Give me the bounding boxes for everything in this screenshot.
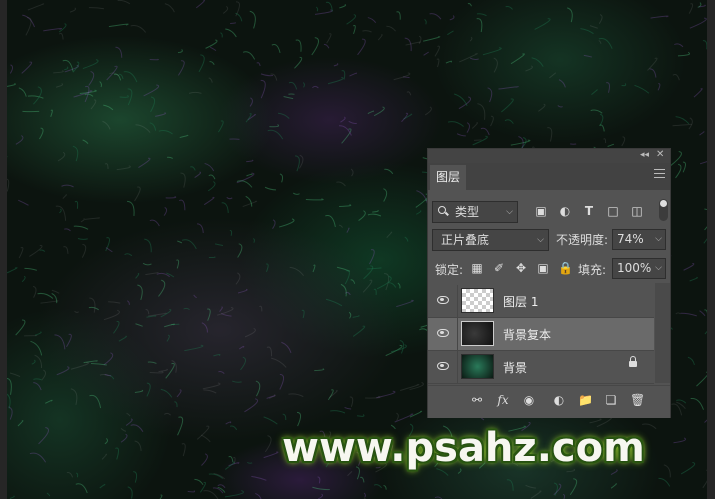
delete-icon[interactable]: 🗑 (630, 393, 645, 407)
new-group-icon[interactable]: 📁 (578, 393, 593, 407)
layer-row[interactable]: 背景 (428, 351, 654, 384)
opacity-value: 74% (617, 232, 644, 246)
smart-object-filter-icon[interactable]: ◫ (630, 204, 644, 218)
lock-position-icon[interactable]: ✥ (514, 261, 528, 275)
eye-icon[interactable] (437, 329, 449, 337)
eye-icon[interactable] (437, 362, 449, 370)
image-filter-icon[interactable]: ▣ (534, 204, 548, 218)
fill-field[interactable]: 100% ⌵ (612, 258, 666, 279)
filter-toggle[interactable] (659, 199, 668, 221)
opacity-field[interactable]: 74% ⌵ (612, 229, 666, 250)
lock-icon (629, 356, 637, 367)
canvas-edge-right (707, 0, 715, 499)
layer-row[interactable]: 图层 1 (428, 285, 654, 318)
fx-icon[interactable]: fx (496, 393, 510, 407)
eye-icon[interactable] (437, 296, 449, 304)
add-mask-icon[interactable]: ◉ (522, 393, 536, 407)
filter-kind-select[interactable]: 类型 ⌵ (432, 201, 518, 223)
row-divider (457, 351, 458, 383)
search-icon (438, 206, 446, 214)
layer-row[interactable]: 背景复本 (428, 318, 654, 351)
new-layer-icon[interactable]: ❏ (604, 393, 618, 407)
watermark-text: www.psahz.com (282, 425, 645, 471)
opacity-label: 不透明度: (556, 233, 609, 247)
lock-all-icon[interactable]: 🔒 (558, 261, 573, 275)
layer-list: 图层 1 背景复本 背景 (428, 283, 654, 384)
row-divider (457, 318, 458, 350)
lock-label: 锁定: (435, 263, 464, 277)
layer-list-scrollbar[interactable] (655, 283, 670, 383)
fill-value: 100% (617, 261, 652, 275)
canvas-edge-left (0, 0, 7, 499)
shape-filter-icon[interactable]: □ (606, 204, 620, 218)
chevron-down-icon: ⌵ (506, 207, 513, 217)
filter-kind-label: 类型 (455, 205, 480, 219)
type-filter-icon[interactable]: T (582, 204, 596, 218)
layer-thumbnail (461, 288, 494, 313)
layer-thumbnail (461, 321, 494, 346)
blend-mode-value: 正片叠底 (441, 233, 490, 247)
tab-layers[interactable]: 图层 (430, 165, 466, 190)
panel-menu-icon[interactable] (654, 169, 665, 178)
fill-label: 填充: (578, 263, 607, 277)
blend-mode-select[interactable]: 正片叠底 ⌵ (432, 229, 549, 251)
layer-name[interactable]: 图层 1 (503, 293, 538, 310)
lock-artboard-icon[interactable]: ▣ (536, 261, 550, 275)
close-icon[interactable]: ✕ (656, 149, 664, 160)
adjustment-layer-icon[interactable]: ◐ (552, 393, 566, 407)
panel-title-bar[interactable]: ◂◂ ✕ (428, 149, 670, 163)
lock-image-pixels-icon[interactable]: ✐ (492, 261, 506, 275)
link-layers-icon[interactable]: ⚯ (470, 393, 484, 407)
layer-thumbnail (461, 354, 494, 379)
chevron-down-icon[interactable]: ⌵ (655, 259, 662, 278)
layer-name[interactable]: 背景 (503, 359, 527, 376)
row-divider (457, 285, 458, 317)
panel-footer: ⚯ fx ◉ ◐ 📁 ❏ 🗑 (428, 385, 670, 418)
lock-transparent-pixels-icon[interactable]: ▦ (470, 261, 484, 275)
panel-tab-strip: 图层 (428, 163, 670, 190)
collapse-icon[interactable]: ◂◂ (640, 150, 649, 160)
chevron-down-icon: ⌵ (537, 235, 544, 245)
layer-name[interactable]: 背景复本 (503, 326, 551, 343)
layers-panel: ◂◂ ✕ 图层 类型 ⌵ ▣ ◐ T □ ◫ 正片叠底 ⌵ 不透明度: 74% … (427, 148, 671, 418)
adjustment-filter-icon[interactable]: ◐ (558, 204, 572, 218)
chevron-down-icon[interactable]: ⌵ (655, 230, 662, 249)
